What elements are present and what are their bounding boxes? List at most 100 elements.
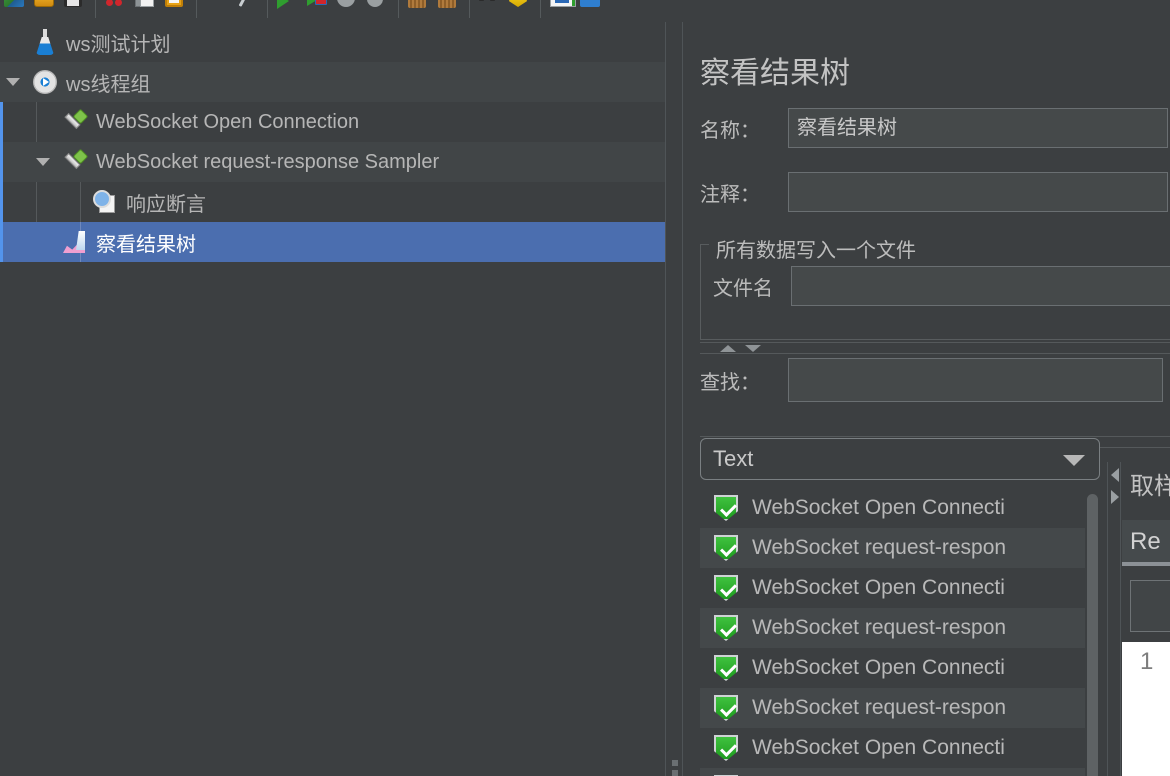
results-split-divider-top[interactable] bbox=[700, 342, 1170, 354]
function-helper-button[interactable] bbox=[546, 0, 576, 22]
success-shield-icon bbox=[700, 615, 752, 641]
paste-icon bbox=[165, 0, 183, 7]
progress-bar-icon bbox=[550, 0, 576, 7]
tree-node-thread-group[interactable]: ws线程组 bbox=[0, 62, 665, 102]
scrollbar-thumb[interactable] bbox=[1087, 494, 1098, 776]
expand-all-button[interactable] bbox=[202, 0, 232, 22]
main-split-divider[interactable] bbox=[665, 22, 683, 776]
cut-button[interactable] bbox=[101, 0, 131, 22]
comment-input[interactable] bbox=[788, 172, 1168, 212]
start-no-pauses-button[interactable] bbox=[303, 0, 333, 22]
success-shield-icon bbox=[700, 695, 752, 721]
tab-underline bbox=[1122, 562, 1170, 566]
list-item-label: WebSocket Open Connecti bbox=[752, 576, 1005, 599]
toolbar-group-search bbox=[475, 0, 535, 22]
tree-node-websocket-request-response-sampler[interactable]: WebSocket request-response Sampler bbox=[0, 142, 665, 182]
new-test-plan-button[interactable] bbox=[0, 0, 30, 22]
tree-node-response-assertion[interactable]: 响应断言 bbox=[0, 182, 665, 222]
list-item[interactable]: WebSocket request-respon bbox=[700, 608, 1100, 648]
broom-icon bbox=[408, 0, 426, 8]
copy-button[interactable] bbox=[131, 0, 161, 22]
success-shield-icon bbox=[700, 735, 752, 761]
save-floppy-icon bbox=[64, 0, 82, 7]
toolbar-group-file bbox=[0, 0, 90, 22]
detail-input[interactable] bbox=[1130, 580, 1170, 632]
comment-label: 注释： bbox=[700, 183, 760, 206]
results-list[interactable]: WebSocket Open Connecti WebSocket reques… bbox=[700, 488, 1100, 776]
toggle-button[interactable] bbox=[232, 0, 262, 22]
list-item-label: WebSocket Open Connecti bbox=[752, 496, 1005, 519]
new-test-plan-icon bbox=[4, 0, 24, 7]
toolbar-group-clear bbox=[404, 0, 464, 22]
list-item-label: WebSocket request-respon bbox=[752, 696, 1007, 719]
shutdown-button[interactable] bbox=[363, 0, 393, 22]
tree-node-label: 响应断言 bbox=[126, 193, 206, 216]
save-button[interactable] bbox=[60, 0, 90, 22]
name-input[interactable]: 察看结果树 bbox=[788, 108, 1168, 148]
split-grip-dots bbox=[672, 760, 678, 776]
gold-shape-icon bbox=[509, 0, 527, 7]
list-item[interactable]: WebSocket Open Connecti bbox=[700, 488, 1100, 528]
clear-all-button[interactable] bbox=[434, 0, 464, 22]
tab-sampler-result[interactable]: 取样 bbox=[1130, 466, 1170, 501]
toolbar-group-expand bbox=[202, 0, 262, 22]
paste-button[interactable] bbox=[161, 0, 191, 22]
collapse-left-arrow-icon[interactable] bbox=[1111, 468, 1119, 482]
render-format-select[interactable]: Text bbox=[700, 438, 1100, 480]
broom-all-icon bbox=[438, 0, 456, 8]
indent-guide bbox=[0, 222, 3, 262]
list-item[interactable]: WebSocket request-respon bbox=[700, 768, 1100, 776]
success-shield-icon bbox=[700, 535, 752, 561]
toolbar-group-run bbox=[273, 0, 393, 22]
play-no-timers-icon bbox=[307, 0, 327, 8]
search-row: 查找： bbox=[700, 358, 1170, 402]
help-button[interactable] bbox=[576, 0, 606, 22]
sampler-twisty[interactable] bbox=[30, 158, 60, 166]
copy-icon bbox=[135, 0, 154, 7]
tree-node-label: WebSocket request-response Sampler bbox=[96, 150, 440, 173]
list-item-label: WebSocket request-respon bbox=[752, 536, 1007, 559]
toolbar-separator bbox=[95, 0, 96, 18]
stop-button[interactable] bbox=[333, 0, 363, 22]
tree-node-websocket-open-connection[interactable]: WebSocket Open Connection bbox=[0, 102, 665, 142]
tree-node-test-plan[interactable]: ws测试计划 bbox=[0, 22, 665, 62]
collapse-up-arrow-icon[interactable] bbox=[720, 345, 736, 352]
view-results-tree-panel: 察看结果树 名称： 察看结果树 注释： 所有数据写入一个文件 文件名 查找： T… bbox=[683, 22, 1170, 776]
page-title: 察看结果树 bbox=[700, 57, 850, 90]
tree-node-label: ws线程组 bbox=[66, 73, 151, 96]
render-format-value: Text bbox=[713, 446, 754, 471]
wrench-icon bbox=[236, 0, 254, 8]
stop-icon bbox=[337, 0, 355, 7]
filename-input[interactable] bbox=[791, 266, 1170, 306]
list-item[interactable]: WebSocket Open Connecti bbox=[700, 728, 1100, 768]
toolbar-separator bbox=[398, 0, 399, 18]
search-input[interactable] bbox=[788, 358, 1163, 402]
filename-row: 文件名 bbox=[713, 266, 1170, 306]
chevron-down-icon bbox=[1063, 455, 1085, 466]
thread-group-twisty[interactable] bbox=[0, 78, 30, 86]
tree-node-label: ws测试计划 bbox=[66, 33, 171, 56]
reset-search-button[interactable] bbox=[505, 0, 535, 22]
start-button[interactable] bbox=[273, 0, 303, 22]
list-item[interactable]: WebSocket request-respon bbox=[700, 528, 1100, 568]
test-plan-tree[interactable]: ws测试计划 ws线程组 WebSocket Open Connection W… bbox=[0, 22, 665, 776]
toolbar-separator bbox=[196, 0, 197, 18]
indent-guide bbox=[0, 182, 3, 222]
list-item[interactable]: WebSocket Open Connecti bbox=[700, 648, 1100, 688]
collapse-down-arrow-icon[interactable] bbox=[745, 345, 761, 352]
tree-node-label: 察看结果树 bbox=[96, 233, 196, 256]
tab-request[interactable]: Re bbox=[1122, 520, 1170, 564]
tree-node-view-results-tree[interactable]: 察看结果树 bbox=[0, 222, 665, 262]
results-list-scrollbar[interactable] bbox=[1085, 492, 1101, 776]
search-button[interactable] bbox=[475, 0, 505, 22]
chevron-down-icon bbox=[36, 158, 50, 166]
collapse-right-arrow-icon[interactable] bbox=[1111, 490, 1119, 504]
name-row: 名称： 察看结果树 bbox=[700, 108, 1170, 148]
results-detail-split-divider[interactable] bbox=[1107, 462, 1121, 776]
list-item[interactable]: WebSocket Open Connecti bbox=[700, 568, 1100, 608]
open-button[interactable] bbox=[30, 0, 60, 22]
toolbar-group-help bbox=[546, 0, 606, 22]
clear-button[interactable] bbox=[404, 0, 434, 22]
toolbar-group-edit bbox=[101, 0, 191, 22]
list-item[interactable]: WebSocket request-respon bbox=[700, 688, 1100, 728]
